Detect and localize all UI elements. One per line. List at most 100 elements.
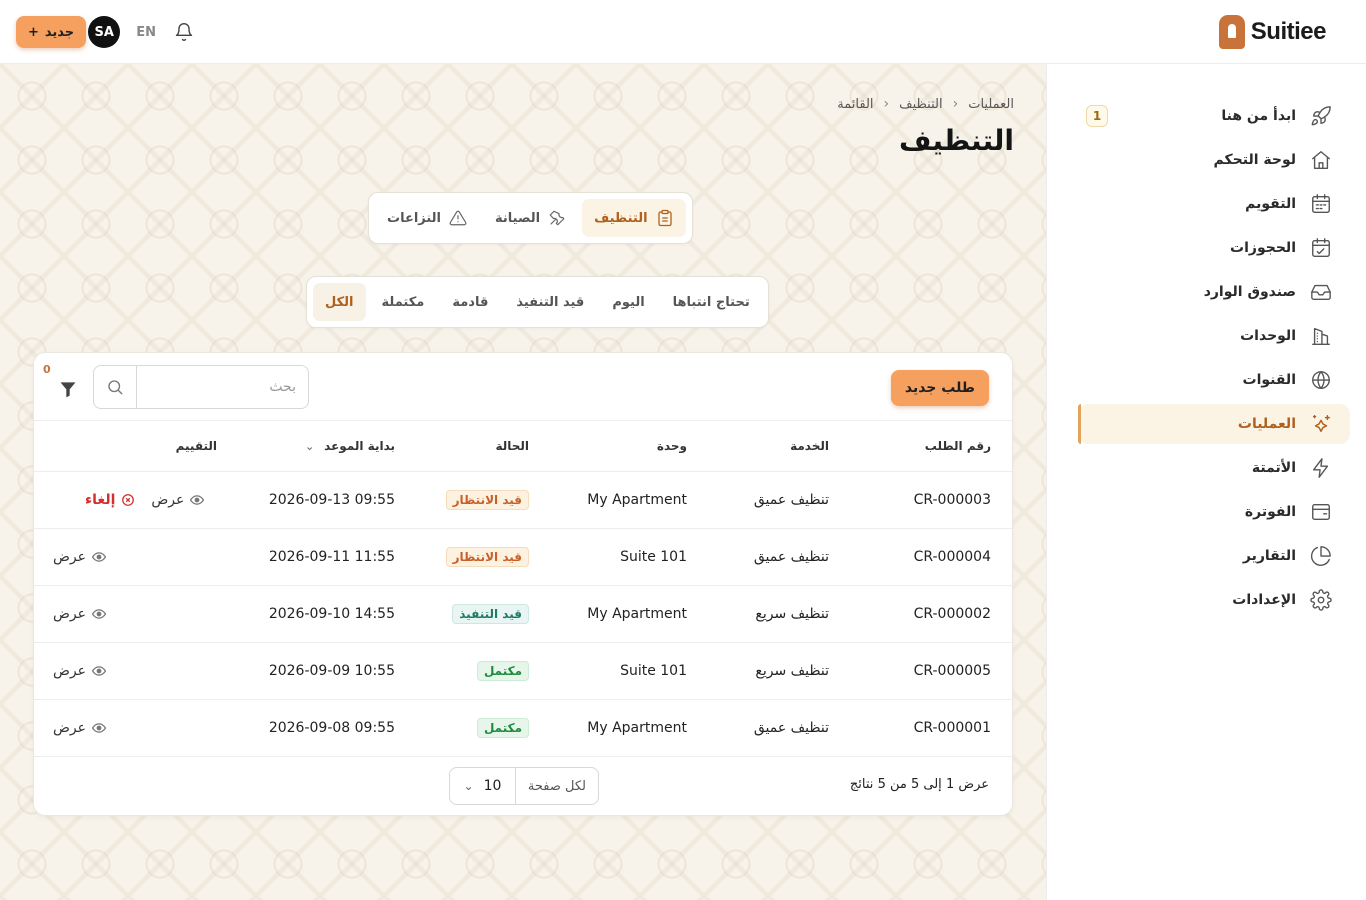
top-bar: Suitiee + جديد SA EN: [0, 0, 1366, 64]
search-icon[interactable]: [94, 378, 136, 396]
status-cell: مكتمل: [418, 642, 552, 700]
sidebar-item-inbox[interactable]: صندوق الوارد: [1078, 272, 1350, 312]
breadcrumb-operations[interactable]: العمليات: [968, 97, 1014, 112]
tab-maintenance[interactable]: الصيانة: [483, 199, 578, 237]
sidebar-item-operations[interactable]: العمليات: [1078, 404, 1350, 444]
column-service[interactable]: الخدمة: [710, 421, 852, 472]
table-row[interactable]: CR-000002 تنظيف سريع My Apartment قيد ال…: [34, 585, 1014, 643]
inbox-icon: [1310, 281, 1332, 303]
column-unit[interactable]: وحدة: [552, 421, 710, 472]
brand-logo[interactable]: Suitiee: [1218, 14, 1327, 50]
pagination-bar: عرض 1 إلى 5 من 5 نتائج لكل صفحة ⌄ 10: [34, 755, 1012, 815]
service-name: تنظيف عميق: [710, 528, 852, 586]
bell-icon[interactable]: [174, 22, 194, 42]
per-page-label: لكل صفحة: [514, 768, 598, 804]
sort-chevron-icon: ⌄: [304, 439, 315, 453]
language-switch[interactable]: EN: [136, 25, 156, 40]
filter-today[interactable]: اليوم: [600, 283, 656, 321]
status-filter-tabs: تحتاج انتباها اليوم قيد التنفيذ قادمة مك…: [306, 276, 769, 328]
chevron-left-icon: ‹: [883, 96, 890, 112]
sidebar-item-dashboard[interactable]: لوحة التحكم: [1078, 140, 1350, 180]
filter-icon[interactable]: [58, 379, 78, 399]
filter-count-badge: 0: [43, 363, 51, 376]
rating-actions: عرض: [34, 699, 240, 757]
unit-name: Suite 101: [552, 528, 710, 586]
view-label: عرض: [53, 662, 87, 679]
filter-needs-attention[interactable]: تحتاج انتباها: [661, 283, 762, 321]
tab-cleaning[interactable]: التنظيف: [582, 199, 686, 237]
cancel-action[interactable]: إلغاء: [85, 492, 135, 508]
sidebar-item-automation[interactable]: الأتمتة: [1078, 448, 1350, 488]
card-toolbar: طلب جديد 0: [34, 353, 1012, 421]
sidebar-item-label: الإعدادات: [1232, 592, 1296, 608]
view-label: عرض: [53, 548, 87, 565]
start-time: 2026-09-10 14:55: [240, 585, 418, 643]
page-title: التنظيف: [898, 124, 1014, 157]
sidebar-item-reports[interactable]: التقارير: [1078, 536, 1350, 576]
view-label: عرض: [53, 719, 87, 736]
view-label: عرض: [151, 491, 185, 508]
tab-label: النزاعات: [387, 210, 442, 226]
sidebar-item-channels[interactable]: القنوات: [1078, 360, 1350, 400]
user-avatar[interactable]: SA: [88, 16, 121, 48]
top-actions: + جديد SA EN: [16, 15, 194, 49]
column-request-id[interactable]: رقم الطلب: [852, 421, 1014, 472]
rocket-icon: [1310, 105, 1332, 127]
sidebar-item-label: التقويم: [1245, 196, 1296, 212]
status-cell: قيد التنفيذ: [418, 585, 552, 643]
new-button[interactable]: + جديد: [16, 16, 87, 48]
search-input[interactable]: [136, 366, 308, 408]
view-action[interactable]: عرض: [53, 548, 107, 565]
pie-chart-icon: [1310, 545, 1332, 567]
tools-icon: [548, 209, 566, 227]
filter-completed[interactable]: مكتملة: [370, 283, 437, 321]
filter-in-progress[interactable]: قيد التنفيذ: [504, 283, 596, 321]
chevron-left-icon: ‹: [952, 96, 959, 112]
service-name: تنظيف عميق: [710, 699, 852, 757]
request-id: CR-000004: [852, 528, 1014, 586]
filter-upcoming[interactable]: قادمة: [440, 283, 500, 321]
sidebar-item-label: التقارير: [1242, 548, 1296, 564]
table-row[interactable]: CR-000005 تنظيف سريع Suite 101 مكتمل 202…: [34, 642, 1014, 700]
view-action[interactable]: عرض: [151, 491, 205, 508]
row-actions: عرض: [53, 720, 217, 736]
sidebar-item-start-here[interactable]: ابدأ من هنا 1: [1078, 96, 1350, 136]
sidebar: ابدأ من هنا 1 لوحة التحكم التقويم الحجوز…: [1046, 64, 1366, 900]
table-row[interactable]: CR-000001 تنظيف عميق My Apartment مكتمل …: [34, 699, 1014, 757]
per-page-select[interactable]: لكل صفحة ⌄ 10: [449, 767, 599, 805]
breadcrumb-cleaning[interactable]: التنظيف: [899, 97, 942, 112]
eye-icon: [190, 493, 205, 507]
view-action[interactable]: عرض: [53, 719, 107, 736]
request-id: CR-000002: [852, 585, 1014, 643]
tab-label: التنظيف: [594, 210, 648, 226]
cleaning-requests-card: طلب جديد 0 رقم الطلب الخدمة وحدة الحالة …: [33, 352, 1014, 816]
table-row[interactable]: CR-000003 تنظيف عميق My Apartment قيد ال…: [34, 471, 1014, 529]
building-icon: [1310, 325, 1332, 347]
sidebar-item-units[interactable]: الوحدات: [1078, 316, 1350, 356]
table-row[interactable]: CR-000004 تنظيف عميق Suite 101 قيد الانت…: [34, 528, 1014, 586]
column-status[interactable]: الحالة: [418, 421, 552, 472]
warning-icon: [449, 209, 467, 227]
sidebar-item-bookings[interactable]: الحجوزات: [1078, 228, 1350, 268]
sidebar-item-calendar[interactable]: التقويم: [1078, 184, 1350, 224]
tab-disputes[interactable]: النزاعات: [375, 199, 479, 237]
notification-badge: 1: [1086, 105, 1108, 127]
column-rating[interactable]: التقييم: [34, 421, 240, 472]
view-label: عرض: [53, 605, 87, 622]
sidebar-item-billing[interactable]: الفوترة: [1078, 492, 1350, 532]
per-page-number: 10: [483, 778, 502, 794]
eye-icon: [92, 664, 107, 678]
status-cell: قيد الانتظار: [418, 528, 552, 586]
sidebar-nav: ابدأ من هنا 1 لوحة التحكم التقويم الحجوز…: [1078, 96, 1350, 624]
booking-calendar-icon: [1310, 237, 1332, 259]
view-action[interactable]: عرض: [53, 662, 107, 679]
sidebar-item-label: الوحدات: [1240, 328, 1296, 344]
sidebar-item-settings[interactable]: الإعدادات: [1078, 580, 1350, 620]
start-time: 2026-09-11 11:55: [240, 528, 418, 586]
sparkles-icon: [1310, 413, 1332, 435]
view-action[interactable]: عرض: [53, 605, 107, 622]
breadcrumb-list: القائمة: [837, 96, 874, 112]
filter-all[interactable]: الكل: [313, 283, 366, 321]
new-request-button[interactable]: طلب جديد: [890, 370, 989, 406]
column-start-time[interactable]: بداية الموعد ⌄: [240, 421, 418, 472]
